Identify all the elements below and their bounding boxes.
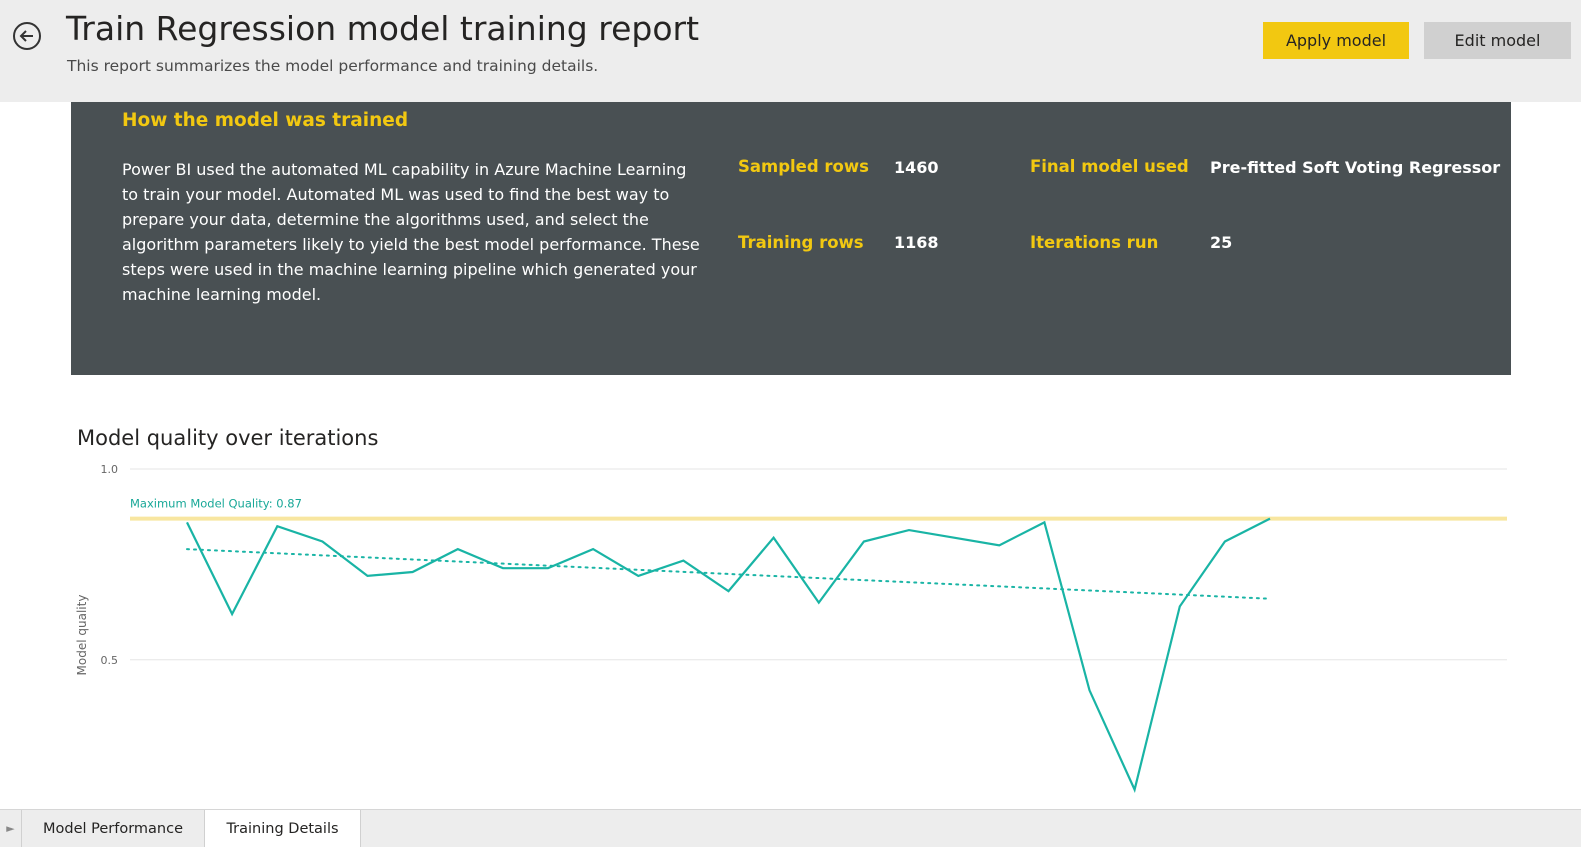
model-quality-chart: 1.0 0.5 Model quality Maximum Model Quality… xyxy=(75,463,1507,793)
data-point xyxy=(1088,688,1092,692)
data-point xyxy=(1223,540,1227,544)
tab-training-details[interactable]: Training Details xyxy=(204,810,361,847)
data-point xyxy=(907,528,911,532)
training-summary-panel: How the model was trained Power BI used … xyxy=(71,102,1511,375)
data-point xyxy=(456,547,460,551)
training-rows-value: 1168 xyxy=(894,233,939,252)
data-point xyxy=(817,601,821,605)
edit-model-button[interactable]: Edit model xyxy=(1424,22,1571,59)
data-point xyxy=(997,543,1001,547)
data-point xyxy=(501,566,505,570)
quality-series-line xyxy=(186,517,1271,793)
data-point xyxy=(275,524,279,528)
data-point xyxy=(366,574,370,578)
data-point xyxy=(1178,604,1182,608)
apply-model-button[interactable]: Apply model xyxy=(1263,22,1409,59)
page-tab-bar: ► Model Performance Training Details xyxy=(0,809,1581,847)
data-point xyxy=(546,566,550,570)
y-axis-label: Model quality xyxy=(75,595,89,676)
data-point xyxy=(1042,520,1046,524)
iterations-run-value: 25 xyxy=(1210,233,1233,252)
page-subtitle: This report summarizes the model perform… xyxy=(67,57,599,75)
sampled-rows-value: 1460 xyxy=(894,158,939,177)
data-point xyxy=(411,570,415,574)
y-tick-label: 1.0 xyxy=(101,463,119,476)
data-point xyxy=(230,612,234,616)
page-title: Train Regression model training report xyxy=(66,9,700,48)
tab-model-performance[interactable]: Model Performance xyxy=(22,810,204,847)
final-model-value: Pre-fitted Soft Voting Regressor xyxy=(1210,158,1501,177)
chart-title: Model quality over iterations xyxy=(77,426,379,450)
data-point xyxy=(1268,517,1272,521)
sampled-rows-label: Sampled rows xyxy=(738,157,869,176)
data-point xyxy=(772,536,776,540)
panel-heading: How the model was trained xyxy=(122,110,409,131)
training-rows-label: Training rows xyxy=(738,233,864,252)
data-point xyxy=(681,559,685,563)
panel-description: Power BI used the automated ML capabilit… xyxy=(122,160,700,304)
data-point xyxy=(727,589,731,593)
y-tick-label: 0.5 xyxy=(101,654,119,667)
data-point xyxy=(185,520,189,524)
report-header: Train Regression model training report T… xyxy=(0,0,1581,102)
data-point xyxy=(636,574,640,578)
iterations-run-label: Iterations run xyxy=(1030,233,1159,252)
final-model-label: Final model used xyxy=(1030,157,1189,176)
max-quality-label: Maximum Model Quality: 0.87 xyxy=(130,497,302,511)
data-point xyxy=(952,536,956,540)
tab-scroll-arrow-icon[interactable]: ► xyxy=(0,810,22,847)
data-point xyxy=(1133,788,1137,792)
data-point xyxy=(320,540,324,544)
data-point xyxy=(862,540,866,544)
data-point xyxy=(591,547,595,551)
back-arrow-icon[interactable] xyxy=(13,22,41,50)
